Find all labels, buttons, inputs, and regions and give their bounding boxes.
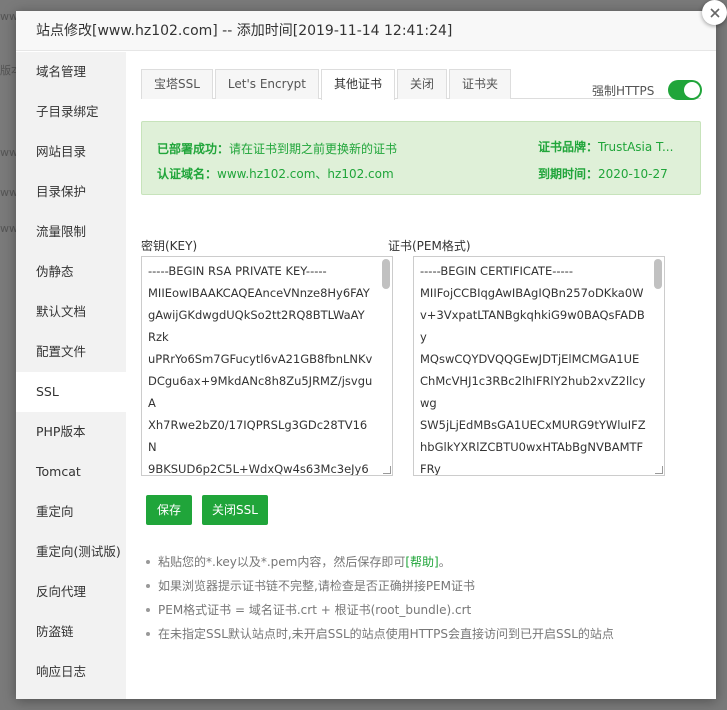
tips-list: 粘贴您的*.key以及*.pem内容，然后保存即可[帮助]。 如果浏览器提示证书… [146,550,706,646]
force-https-label: 强制HTTPS [592,83,655,98]
brand-key: 证书品牌： [538,140,599,154]
sidebar-item-domain[interactable]: 域名管理 [16,52,126,92]
force-https: 强制HTTPS [592,80,703,100]
deployed-status: 已部署成功：请在证书到期之前更换新的证书 [157,140,397,157]
cert-textarea[interactable]: -----BEGIN CERTIFICATE----- MIIFojCCBIqg… [413,256,665,476]
sidebar-item-tomcat[interactable]: Tomcat [16,452,126,492]
sidebar-item-hotlink[interactable]: 防盗链 [16,612,126,652]
key-line: gAwijGKdwgdUQkSo2tt2RQ8BTLWaAY [148,308,365,322]
background-text: ww [0,186,16,199]
expire-value: 2020-10-27 [598,167,668,181]
key-line: uPRrYo6Sm7GFucytl6vA21GB8fbnLNKv [148,352,373,366]
deployed-value: 请在证书到期之前更换新的证书 [229,142,398,156]
sidebar-item-redirect[interactable]: 重定向 [16,492,126,532]
background-text: ww [0,222,16,235]
cert-line: SW5jLjEdMBsGA1UECxMURG9tYWluIFZ [420,418,646,432]
cert-status-box: 已部署成功：请在证书到期之前更换新的证书 认证域名：www.hz102.com、… [141,121,701,195]
close-ssl-button[interactable]: 关闭SSL [202,495,268,525]
domain-key: 认证域名： [157,167,218,181]
sidebar-item-subdir[interactable]: 子目录绑定 [16,92,126,132]
tab-baota-ssl[interactable]: 宝塔SSL [141,69,213,99]
cert-line: wg [420,396,437,410]
expire-key: 到期时间： [538,167,599,181]
sidebar-item-traffic-limit[interactable]: 流量限制 [16,212,126,252]
key-scrollbar[interactable] [382,259,390,289]
sidebar-item-php-version[interactable]: PHP版本 [16,412,126,452]
key-line: MIIEowIBAAKCAQEAnceVNnze8Hy6FAY [148,286,370,300]
cert-line: MIIFojCCBIqgAwIBAgIQBn257oDKka0W [420,286,644,300]
cert-line: ChMcVHJ1c3RBc2lhIFRlY2hub2xvZ2llcy [420,374,646,388]
brand-value: TrustAsia T... [598,140,674,154]
background-text: ww [0,10,16,23]
tab-cert-folder[interactable]: 证书夹 [449,69,512,99]
toggle-knob [684,82,701,98]
sidebar-item-rewrite[interactable]: 伪静态 [16,252,126,292]
cert-scrollbar[interactable] [654,259,662,289]
ssl-panel: 宝塔SSL Let's Encrypt 其他证书 关闭 证书夹 强制HTTPS … [126,52,716,699]
brand-status: 证书品牌：TrustAsia T... [538,138,673,155]
sidebar-item-site-dir[interactable]: 网站目录 [16,132,126,172]
cert-line: FRy [420,462,441,476]
cert-field-label: 证书(PEM格式) [388,239,471,253]
help-link[interactable]: [帮助] [405,555,438,569]
key-resize-handle[interactable] [383,466,391,474]
domain-value: www.hz102.com、hz102.com [217,167,394,181]
sidebar-item-ssl[interactable]: SSL [16,372,126,412]
key-line: 9BKSUD6p2C5L+WdxQw4s63Mc3eJy68 [148,462,369,476]
cert-line: -----BEGIN CERTIFICATE----- [420,264,573,278]
key-line: -----BEGIN RSA PRIVATE KEY----- [148,264,327,278]
force-https-toggle[interactable] [668,80,703,100]
expire-status: 到期时间：2020-10-27 [538,165,668,182]
tab-other-cert[interactable]: 其他证书 [321,69,396,100]
key-textarea[interactable]: -----BEGIN RSA PRIVATE KEY----- MIIEowIB… [141,256,393,476]
cert-line: MQswCQYDVQQGEwJDTjElMCMGA1UE [420,352,640,366]
cert-line: y [420,330,427,344]
sidebar-item-default-doc[interactable]: 默认文档 [16,292,126,332]
key-line: Rzk [148,330,169,344]
cert-resize-handle[interactable] [655,466,663,474]
sidebar-item-reverse-proxy[interactable]: 反向代理 [16,572,126,612]
tab-lets-encrypt[interactable]: Let's Encrypt [214,69,319,99]
key-field-label: 密钥(KEY) [141,239,198,253]
deployed-key: 已部署成功： [157,142,230,156]
tip1-text: 粘贴您的*.key以及*.pem内容，然后保存即可 [158,555,406,569]
cert-line: hbGlkYXRlZCBTU0wxHTAbBgNVBAMTF [420,440,644,454]
tab-close[interactable]: 关闭 [397,69,448,99]
background-text: 版本 [0,64,16,77]
tip-item: 如果浏览器提示证书链不完整,请检查是否正确拼接PEM证书 [146,574,706,598]
save-button[interactable]: 保存 [146,495,192,525]
key-line: DCgu6ax+9MkdANc8h8Zu5JRMZ/jsvgu [148,374,373,388]
key-line: A [148,396,156,410]
cert-line: v+3VxpatLTANBgkqhkiG9w0BAQsFADB [420,308,645,322]
close-icon [709,7,720,18]
site-edit-dialog: 站点修改[www.hz102.com] -- 添加时间[2019-11-14 1… [16,11,716,699]
sidebar-item-response-log[interactable]: 响应日志 [16,652,126,692]
sidebar-item-dir-protect[interactable]: 目录保护 [16,172,126,212]
tip-item: 在未指定SSL默认站点时,未开启SSL的站点使用HTTPS会直接访问到已开启SS… [146,622,706,646]
close-dialog-button[interactable] [702,0,727,25]
dialog-title: 站点修改[www.hz102.com] -- 添加时间[2019-11-14 1… [16,11,716,51]
tip-item: PEM格式证书 = 域名证书.crt + 根证书(root_bundle).cr… [146,598,706,622]
key-line: Xh7Rwe2bZ0/17IQPRSLg3GDc28TV16N [148,418,368,454]
domain-status: 认证域名：www.hz102.com、hz102.com [157,165,394,182]
sidebar-item-config-file[interactable]: 配置文件 [16,332,126,372]
background-text: ww [0,146,16,159]
sidebar-item-redirect-beta[interactable]: 重定向(测试版) [16,532,126,572]
sidebar: 域名管理 子目录绑定 网站目录 目录保护 流量限制 伪静态 默认文档 配置文件 … [16,52,126,699]
tip-item: 粘贴您的*.key以及*.pem内容，然后保存即可[帮助]。 [146,550,706,574]
tip1-suffix: 。 [438,555,451,569]
